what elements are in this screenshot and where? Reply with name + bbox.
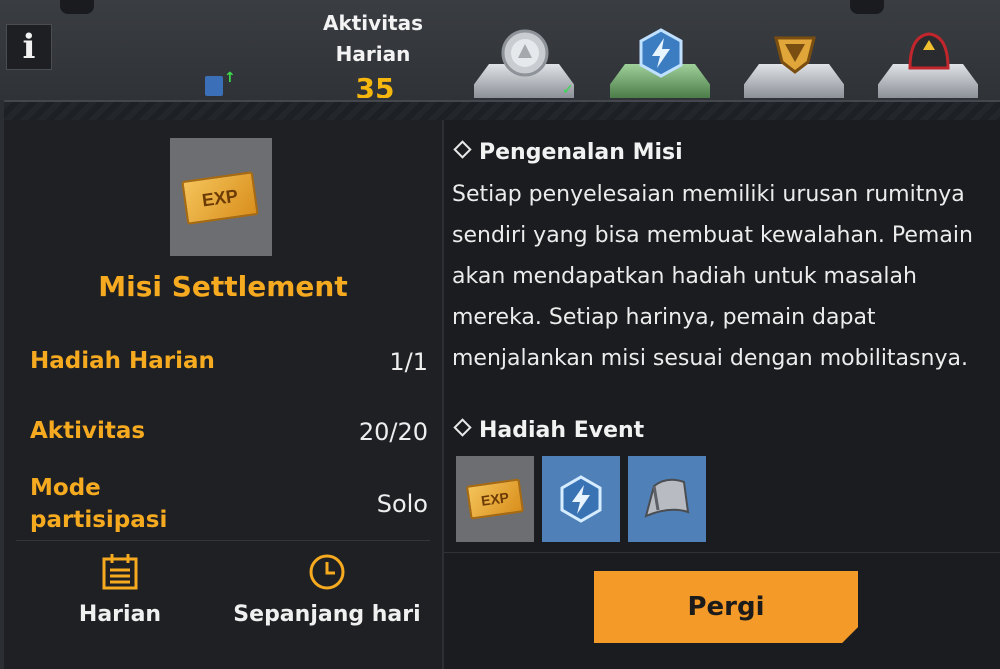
silver-coin-icon [501,29,549,77]
go-button[interactable]: Pergi [594,571,858,643]
armor-part-icon [908,32,950,70]
daily-reward-label: Hadiah Harian [30,348,215,374]
event-reward-title: Hadiah Event [453,418,645,443]
frequency-daily: Harian [70,552,170,627]
check-icon: ✓ [562,82,574,98]
intro-title: Pengenalan Misi [453,140,683,165]
event-reward-title-text: Hadiah Event [479,418,645,443]
reward-chest-armor[interactable] [874,22,982,98]
reward-item-energy[interactable] [542,456,620,542]
arrow-up-icon: ↑ [224,70,236,86]
daily-reward-value: 1/1 [389,348,428,376]
calendar-icon [102,554,138,590]
mission-detail-column: Pengenalan Misi Setiap penyelesaian memi… [444,120,1000,669]
diamond-bullet-icon [453,140,472,159]
activity-label: Aktivitas [30,418,146,444]
reward-item-armor[interactable] [628,456,706,542]
top-bar: i ↑ Aktivitas Harian 35 ✓ [0,0,1000,100]
frequency-all-day-label: Sepanjang hari [233,602,421,627]
exp-ticket-icon: EXP [465,478,525,520]
grip-handle [60,0,94,14]
clock-icon [309,554,345,590]
reward-chest-energy[interactable] [606,22,714,98]
frequency-daily-label: Harian [78,602,162,627]
scroll-fade [452,380,982,392]
exp-ticket-icon: EXP [181,171,259,225]
daily-activity-label: Aktivitas Harian [322,11,424,66]
energy-bolt-icon [560,475,602,523]
diamond-bullet-icon [453,418,472,437]
intro-description-scroll[interactable]: Setiap penyelesaian memiliki urusan rumi… [452,174,982,392]
mission-icon-tile: EXP [170,138,272,256]
info-button[interactable]: i [6,24,52,70]
armor-part-icon [644,478,690,518]
mission-title: Misi Settlement [98,270,348,303]
daily-activity-value: 35 [355,72,395,98]
grip-handle [850,0,884,14]
frequency-all-day: Sepanjang hari [232,552,422,627]
reward-item-exp[interactable]: EXP [456,456,534,542]
intro-description: Setiap penyelesaian memiliki urusan rumi… [452,182,973,392]
divider [16,540,430,541]
reward-chest-gold[interactable] [740,22,848,98]
gold-emblem-icon [774,36,816,74]
participation-mode-label: Mode partisipasi [30,475,168,533]
mission-info-column: EXP Misi Settlement Hadiah Harian 1/1 Ak… [4,120,444,669]
divider [444,552,1000,553]
mission-panel: EXP Misi Settlement Hadiah Harian 1/1 Ak… [4,100,1000,669]
panel-header-stripe [4,102,1000,120]
activity-value: 20/20 [358,418,428,446]
mailbox-icon [205,76,223,96]
energy-bolt-icon [639,28,683,78]
intro-title-text: Pengenalan Misi [479,140,683,165]
participation-mode-value: Solo [376,490,428,518]
reward-chest-silver-coin[interactable]: ✓ [470,22,578,98]
